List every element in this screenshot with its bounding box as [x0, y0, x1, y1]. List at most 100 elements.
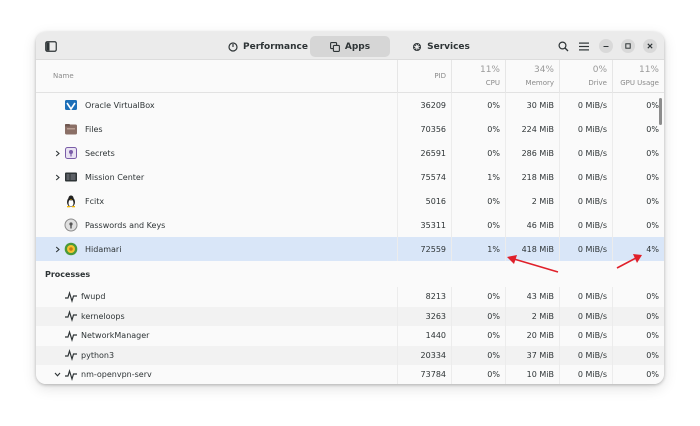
- passwords-keys-icon: [64, 218, 78, 232]
- process-row-name: kerneloops: [81, 311, 125, 321]
- process-icon: [64, 309, 78, 323]
- column-header-name[interactable]: Name: [36, 60, 397, 93]
- header-bar: Performance Apps Services: [36, 32, 664, 60]
- app-row[interactable]: Hidamari 72559 1% 418 MiB 0 MiB/s 4%: [36, 237, 664, 261]
- column-label: Drive: [588, 79, 607, 87]
- app-row[interactable]: Files 70356 0% 224 MiB 0 MiB/s 0%: [36, 117, 664, 141]
- minimize-icon: [603, 46, 609, 47]
- apps-icon: [329, 41, 340, 52]
- memory-cell: 37 MiB: [526, 350, 554, 360]
- gpu-cell: 0%: [646, 311, 659, 321]
- column-label: Memory: [525, 79, 554, 87]
- pid-cell: 1440: [425, 331, 446, 341]
- drive-cell: 0 MiB/s: [577, 172, 607, 182]
- cpu-cell: 0%: [487, 292, 500, 302]
- tab-label: Performance: [243, 41, 308, 52]
- column-total: 0%: [592, 65, 607, 75]
- sidebar-toggle-icon[interactable]: [44, 39, 58, 53]
- app-row-name: Files: [85, 124, 103, 134]
- gpu-cell: 0%: [646, 100, 659, 110]
- tab-performance[interactable]: Performance: [226, 36, 310, 57]
- tab-label: Services: [427, 41, 470, 52]
- pid-cell: 3263: [425, 311, 446, 321]
- pid-cell: 20334: [420, 350, 446, 360]
- chevron-right-icon[interactable]: [52, 141, 62, 165]
- process-icon: [64, 329, 78, 343]
- process-row-name: nm-openvpn-serv: [81, 370, 152, 380]
- processes-section-header: Processes: [36, 261, 664, 287]
- process-row-name: fwupd: [81, 292, 106, 302]
- pid-cell: 73784: [420, 370, 446, 380]
- cpu-cell: 0%: [487, 148, 500, 158]
- app-row-name: Mission Center: [85, 172, 145, 182]
- memory-cell: 2 MiB: [531, 196, 554, 206]
- process-icon: [64, 368, 78, 382]
- memory-cell: 224 MiB: [521, 124, 554, 134]
- tab-apps[interactable]: Apps: [310, 36, 390, 57]
- gear-icon: [413, 42, 422, 51]
- drive-cell: 0 MiB/s: [577, 220, 607, 230]
- app-row-name: Secrets: [85, 148, 115, 158]
- process-row[interactable]: kerneloops 3263 0% 2 MiB 0 MiB/s 0%: [36, 306, 664, 326]
- column-header-cpu[interactable]: 11% CPU: [451, 60, 505, 93]
- cpu-cell: 0%: [487, 196, 500, 206]
- close-icon: [647, 43, 653, 49]
- cpu-cell: 0%: [487, 370, 500, 380]
- memory-cell: 418 MiB: [521, 244, 554, 254]
- process-row[interactable]: fwupd 8213 0% 43 MiB 0 MiB/s 0%: [36, 287, 664, 307]
- column-header-drive[interactable]: 0% Drive: [559, 60, 612, 93]
- app-row[interactable]: Oracle VirtualBox 36209 0% 30 MiB 0 MiB/s 0%: [36, 93, 664, 117]
- process-row[interactable]: python3 20334 0% 37 MiB 0 MiB/s 0%: [36, 345, 664, 365]
- column-total: 11%: [479, 65, 500, 75]
- drive-cell: 0 MiB/s: [577, 196, 607, 206]
- virtualbox-icon: [64, 98, 78, 112]
- drive-cell: 0 MiB/s: [577, 331, 607, 341]
- close-button[interactable]: [643, 39, 657, 53]
- memory-cell: 20 MiB: [526, 331, 554, 341]
- app-row[interactable]: Passwords and Keys 35311 0% 46 MiB 0 MiB/s 0%: [36, 213, 664, 237]
- search-icon[interactable]: [556, 39, 570, 53]
- column-header-pid[interactable]: PID: [397, 60, 451, 93]
- process-row[interactable]: NetworkManager 1440 0% 20 MiB 0 MiB/s 0%: [36, 326, 664, 346]
- gpu-cell: 0%: [646, 148, 659, 158]
- memory-cell: 46 MiB: [526, 220, 554, 230]
- minimize-button[interactable]: [599, 39, 613, 53]
- files-icon: [64, 122, 78, 136]
- column-label: PID: [434, 72, 446, 80]
- drive-cell: 0 MiB/s: [577, 100, 607, 110]
- cpu-cell: 0%: [487, 331, 500, 341]
- pid-cell: 8213: [425, 292, 446, 302]
- column-header-memory[interactable]: 34% Memory: [505, 60, 559, 93]
- column-headers: Name PID 11% CPU 34% Memory 0% Drive 11%…: [36, 60, 664, 93]
- maximize-button[interactable]: [621, 39, 635, 53]
- column-label: CPU: [485, 79, 500, 87]
- app-window: Performance Apps Services Name PID 11% C…: [36, 32, 664, 384]
- hamburger-menu-icon[interactable]: [577, 39, 591, 53]
- drive-cell: 0 MiB/s: [577, 311, 607, 321]
- gpu-cell: 0%: [646, 292, 659, 302]
- chevron-right-icon[interactable]: [52, 237, 62, 261]
- app-row[interactable]: Mission Center 75574 1% 218 MiB 0 MiB/s 0%: [36, 165, 664, 189]
- process-icon: [64, 290, 78, 304]
- chevron-down-icon[interactable]: [52, 365, 62, 384]
- scrollbar[interactable]: [659, 98, 662, 125]
- process-table: Oracle VirtualBox 36209 0% 30 MiB 0 MiB/s 0% F…: [36, 93, 664, 384]
- process-row[interactable]: nm-openvpn-serv 73784 0% 10 MiB 0 MiB/s 0%: [36, 365, 664, 384]
- memory-cell: 218 MiB: [521, 172, 554, 182]
- hidamari-icon: [64, 242, 78, 256]
- pid-cell: 70356: [420, 124, 446, 134]
- cpu-cell: 1%: [487, 244, 500, 254]
- app-row-name: Fcitx: [85, 196, 105, 206]
- chevron-right-icon[interactable]: [52, 165, 62, 189]
- process-row-name: python3: [81, 350, 115, 360]
- cpu-cell: 0%: [487, 311, 500, 321]
- cpu-cell: 0%: [487, 100, 500, 110]
- gpu-cell: 0%: [646, 124, 659, 134]
- memory-cell: 30 MiB: [526, 100, 554, 110]
- gpu-cell: 0%: [646, 350, 659, 360]
- drive-cell: 0 MiB/s: [577, 148, 607, 158]
- tab-services[interactable]: Services: [399, 36, 483, 57]
- app-row[interactable]: Fcitx 5016 0% 2 MiB 0 MiB/s 0%: [36, 189, 664, 213]
- app-row[interactable]: Secrets 26591 0% 286 MiB 0 MiB/s 0%: [36, 141, 664, 165]
- column-header-gpu[interactable]: 11% GPU Usage: [612, 60, 664, 93]
